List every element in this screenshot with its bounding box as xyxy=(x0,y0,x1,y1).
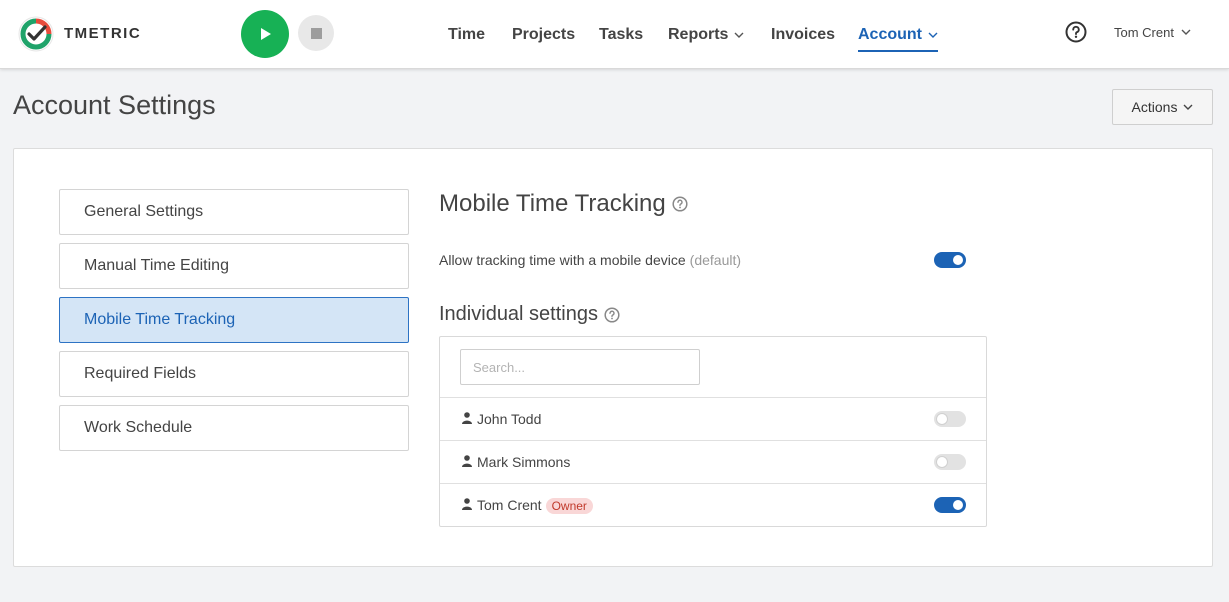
sidebar-item-work-schedule[interactable]: Work Schedule xyxy=(59,405,409,451)
toggle-knob xyxy=(953,255,963,265)
user-menu[interactable]: Tom Crent xyxy=(1114,0,1191,64)
list-item: John Todd xyxy=(440,397,986,440)
sidebar-item-required-fields[interactable]: Required Fields xyxy=(59,351,409,397)
person-icon xyxy=(462,412,472,424)
brand-name: TMETRIC xyxy=(64,25,142,42)
allow-mobile-tracking-toggle[interactable] xyxy=(934,252,966,268)
toggle-knob xyxy=(953,500,963,510)
nav-invoices[interactable]: Invoices xyxy=(771,0,835,69)
sidebar-item-label: Mobile Time Tracking xyxy=(84,311,236,328)
nav-account-label: Account xyxy=(858,25,922,43)
actions-label: Actions xyxy=(1131,99,1178,115)
individual-settings-list: John Todd Mark Simmons Tom CrentOwner xyxy=(439,336,987,527)
sidebar-item-label: General Settings xyxy=(84,203,204,220)
help-circle-icon[interactable] xyxy=(1065,21,1087,43)
user-name: Tom Crent xyxy=(1114,24,1174,40)
individual-settings-text: Individual settings xyxy=(439,303,598,325)
person-icon xyxy=(462,498,472,510)
nav-tasks-label: Tasks xyxy=(599,25,644,43)
owner-badge: Owner xyxy=(545,498,593,514)
top-navigation-bar: TMETRIC Time Projects Tasks Reports Invo… xyxy=(0,0,1229,69)
nav-reports-label: Reports xyxy=(668,25,729,43)
sidebar-item-general-settings[interactable]: General Settings xyxy=(59,189,409,235)
nav-time-label: Time xyxy=(448,25,486,43)
sidebar-item-label: Work Schedule xyxy=(84,419,193,436)
user-mobile-tracking-toggle[interactable] xyxy=(934,411,966,427)
start-timer-button[interactable] xyxy=(241,10,289,58)
sidebar-item-label: Required Fields xyxy=(84,365,197,382)
toggle-knob xyxy=(937,414,947,424)
user-name: Tom Crent xyxy=(477,497,542,513)
chevron-down-icon xyxy=(1183,104,1193,110)
list-item: Mark Simmons xyxy=(440,440,986,483)
chevron-down-icon xyxy=(1181,29,1191,35)
user-name-with-badge: Tom Crent Owner xyxy=(477,497,593,514)
stop-timer-button[interactable] xyxy=(298,15,334,51)
person-icon xyxy=(462,455,472,467)
nav-tasks[interactable]: Tasks xyxy=(599,0,643,69)
list-item: Tom Crent Owner xyxy=(440,483,986,526)
stop-icon xyxy=(310,27,322,39)
individual-settings-title: Individual settings xyxy=(439,303,620,326)
user-mobile-tracking-toggle[interactable] xyxy=(934,454,966,470)
nav-time[interactable]: Time xyxy=(448,0,485,69)
nav-reports[interactable]: Reports xyxy=(668,0,744,69)
search-input[interactable] xyxy=(460,349,700,385)
toggle-knob xyxy=(937,457,947,467)
section-title: Mobile Time Tracking xyxy=(439,190,688,218)
sidebar-item-label: Manual Time Editing xyxy=(84,257,229,274)
default-note: (default) xyxy=(689,252,742,268)
chevron-down-icon xyxy=(734,32,744,38)
tmetric-logo-icon[interactable] xyxy=(18,16,54,52)
sidebar-item-mobile-time-tracking[interactable]: Mobile Time Tracking xyxy=(59,297,409,343)
allow-mobile-tracking-text: Allow tracking time with a mobile device xyxy=(439,252,686,268)
user-name: John Todd xyxy=(477,411,542,427)
nav-projects-label: Projects xyxy=(512,25,576,43)
nav-invoices-label: Invoices xyxy=(771,25,836,43)
nav-account[interactable]: Account xyxy=(858,0,938,69)
help-circle-icon[interactable] xyxy=(604,306,620,323)
page-title: Account Settings xyxy=(13,90,216,120)
nav-projects[interactable]: Projects xyxy=(512,0,575,69)
section-title-text: Mobile Time Tracking xyxy=(439,190,666,217)
help-circle-icon[interactable] xyxy=(672,196,688,212)
actions-dropdown-button[interactable]: Actions xyxy=(1112,89,1213,125)
user-name: Mark Simmons xyxy=(477,454,571,470)
play-icon xyxy=(261,28,271,40)
sidebar-item-manual-time-editing[interactable]: Manual Time Editing xyxy=(59,243,409,289)
allow-mobile-tracking-label: Allow tracking time with a mobile device… xyxy=(439,252,741,268)
user-mobile-tracking-toggle[interactable] xyxy=(934,497,966,513)
chevron-down-icon xyxy=(928,32,938,38)
settings-panel: General Settings Manual Time Editing Mob… xyxy=(13,148,1213,567)
